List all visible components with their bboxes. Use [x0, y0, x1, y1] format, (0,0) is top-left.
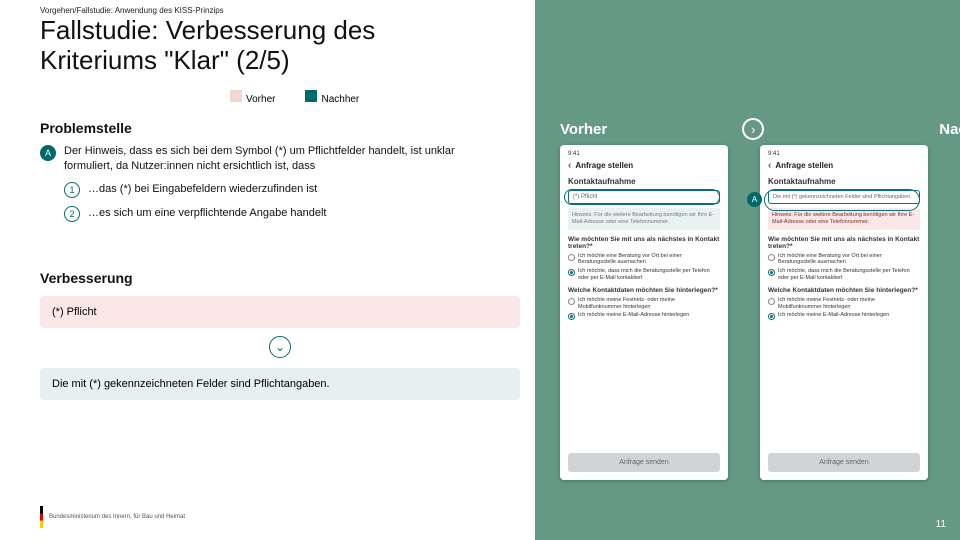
label-nachher: Nachher	[939, 121, 960, 138]
send-button[interactable]: Anfrage senden	[568, 453, 720, 472]
badge-1: 1	[64, 182, 80, 198]
q1: Wie möchten Sie mit uns als nächstes in …	[568, 236, 720, 250]
phone-mockup-nachher: 9:41 ‹Anfrage stellen Kontaktaufnahme Di…	[760, 145, 928, 480]
q1-opt2: Ich möchte, dass mich die Beratungsstell…	[778, 268, 920, 281]
problem-heading: Problemstelle	[40, 120, 520, 136]
problem-text-a: Der Hinweis, dass es sich bei dem Symbol…	[64, 144, 504, 174]
phone-group: Kontaktaufnahme	[768, 177, 920, 186]
logo: Bundesministerium des Innern, für Bau un…	[40, 506, 185, 528]
q2-opt2: Ich möchte meine E-Mail-Adresse hinterle…	[778, 312, 889, 319]
improvement-heading: Verbesserung	[40, 270, 520, 286]
phone-title: Anfrage stellen	[775, 161, 833, 170]
radio[interactable]	[768, 298, 775, 305]
q1-opt1: Ich möchte eine Beratung vor Ort bei ein…	[578, 253, 720, 266]
problem-section: Problemstelle A Der Hinweis, dass es sic…	[40, 120, 520, 222]
after-pill: Die mit (*) gekennzeichneten Felder sind…	[40, 368, 520, 400]
back-icon[interactable]: ‹	[768, 160, 771, 171]
phone-time: 9:41	[568, 151, 720, 157]
swatch-nachher	[305, 90, 317, 102]
radio[interactable]	[568, 269, 575, 276]
send-button[interactable]: Anfrage senden	[768, 453, 920, 472]
q2-opt1: Ich möchte meine Festnetz- oder meine Mo…	[778, 297, 920, 310]
arrow-down-icon: ⌄	[269, 336, 291, 358]
badge-a: A	[40, 145, 56, 161]
improvement-section: Verbesserung (*) Pflicht ⌄ Die mit (*) g…	[40, 270, 520, 400]
page-number: 11	[936, 519, 946, 530]
radio[interactable]	[568, 298, 575, 305]
legend: Vorher Nachher	[230, 90, 359, 105]
logo-text: Bundesministerium des Innern, für Bau un…	[49, 514, 185, 521]
radio[interactable]	[568, 313, 575, 320]
page-title: Fallstudie: Verbesserung des Kriteriums …	[40, 16, 400, 76]
note-before: Hinweis: Für die weitere Bearbeitung ben…	[568, 208, 720, 230]
flag-icon	[40, 506, 43, 528]
phone-time: 9:41	[768, 151, 920, 157]
chevron-right-icon: ›	[742, 118, 764, 140]
radio[interactable]	[768, 313, 775, 320]
q2-opt1: Ich möchte meine Festnetz- oder meine Mo…	[578, 297, 720, 310]
q2-opt2: Ich möchte meine E-Mail-Adresse hinterle…	[578, 312, 689, 319]
highlight-ring	[764, 189, 920, 211]
swatch-vorher	[230, 90, 242, 102]
q1-opt1: Ich möchte eine Beratung vor Ort bei ein…	[778, 253, 920, 266]
radio[interactable]	[768, 269, 775, 276]
problem-bullet-2: …es sich um eine verpflichtende Angabe h…	[88, 206, 520, 221]
before-pill: (*) Pflicht	[40, 296, 520, 328]
back-icon[interactable]: ‹	[568, 160, 571, 171]
phone-title: Anfrage stellen	[575, 161, 633, 170]
radio[interactable]	[568, 254, 575, 261]
q1: Wie möchten Sie mit uns als nächstes in …	[768, 236, 920, 250]
highlight-ring	[564, 189, 720, 205]
radio[interactable]	[768, 254, 775, 261]
breadcrumb: Vorgehen/Fallstudie: Anwendung des KISS-…	[40, 6, 224, 15]
note-after: Hinweis: Für die weitere Bearbeitung ben…	[768, 208, 920, 230]
q2: Welche Kontaktdaten möchten Sie hinterle…	[768, 287, 920, 294]
phone-mockup-vorher: 9:41 ‹Anfrage stellen Kontaktaufnahme (*…	[560, 145, 728, 480]
q1-opt2: Ich möchte, dass mich die Beratungsstell…	[578, 268, 720, 281]
badge-2: 2	[64, 206, 80, 222]
problem-bullet-1: …das (*) bei Eingabefeldern wiederzufind…	[88, 182, 520, 197]
marker-a: A	[747, 192, 762, 207]
legend-vorher: Vorher	[246, 94, 275, 105]
q2: Welche Kontaktdaten möchten Sie hinterle…	[568, 287, 720, 294]
phone-group: Kontaktaufnahme	[568, 177, 720, 186]
label-vorher: Vorher	[560, 121, 607, 138]
legend-nachher: Nachher	[321, 94, 359, 105]
